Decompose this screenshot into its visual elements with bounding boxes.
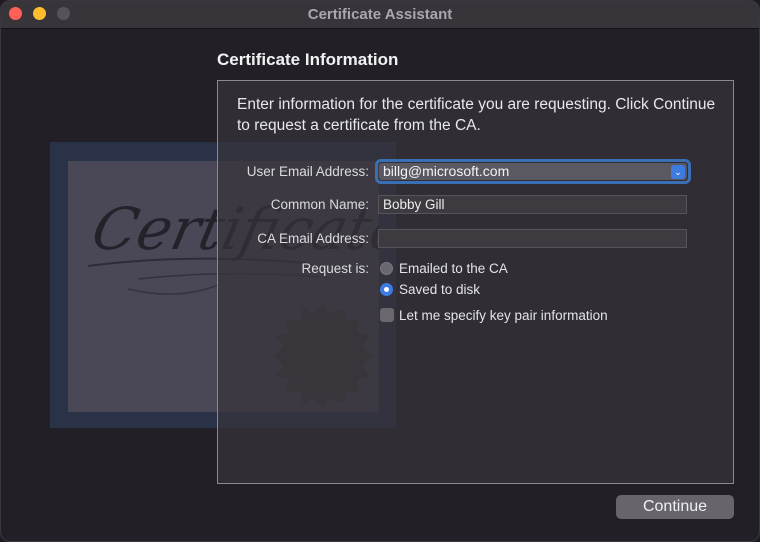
titlebar: Certificate Assistant bbox=[1, 1, 759, 29]
chevron-updown-icon[interactable]: ⌄ bbox=[671, 165, 685, 179]
saved-to-disk-radio[interactable] bbox=[380, 283, 393, 296]
common-name-field[interactable]: Bobby Gill bbox=[378, 195, 687, 214]
section-title: Certificate Information bbox=[217, 50, 399, 69]
ca-email-field[interactable] bbox=[378, 229, 687, 248]
user-email-select[interactable]: billg@microsoft.com ⌄ bbox=[375, 159, 691, 184]
emailed-to-ca-radio[interactable] bbox=[380, 262, 393, 275]
intro-text: Enter information for the certificate yo… bbox=[237, 96, 716, 134]
common-name-label: Common Name: bbox=[270, 197, 369, 212]
window-title: Certificate Assistant bbox=[307, 6, 453, 23]
ca-email-label: CA Email Address: bbox=[257, 231, 369, 246]
user-email-label: User Email Address: bbox=[246, 164, 369, 179]
user-email-text: billg@microsoft.com bbox=[383, 163, 510, 179]
certificate-assistant-window: Certificate Assistant Certificate Certif… bbox=[0, 0, 760, 542]
emailed-to-ca-label[interactable]: Emailed to the CA bbox=[399, 261, 508, 276]
user-email-value[interactable]: billg@microsoft.com ⌄ bbox=[379, 163, 687, 180]
continue-button[interactable]: Continue bbox=[616, 495, 734, 519]
key-pair-label[interactable]: Let me specify key pair information bbox=[399, 308, 608, 323]
saved-to-disk-label[interactable]: Saved to disk bbox=[399, 282, 480, 297]
request-is-label: Request is: bbox=[301, 261, 369, 276]
form-panel: Enter information for the certificate yo… bbox=[217, 80, 734, 484]
key-pair-checkbox[interactable] bbox=[380, 308, 394, 322]
